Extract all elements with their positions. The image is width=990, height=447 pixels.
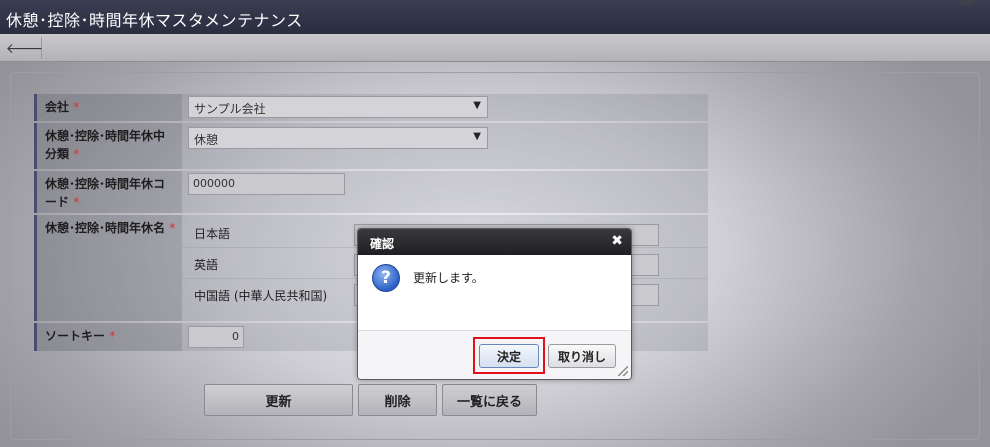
close-icon[interactable]: ✖ bbox=[611, 233, 623, 249]
company-label: 会社 * bbox=[34, 94, 182, 121]
back-to-list-button[interactable]: 一覧に戻る bbox=[442, 384, 537, 416]
resize-grip-icon[interactable] bbox=[618, 366, 628, 376]
page-title: 休憩･控除･時間年休マスタメンテナンス bbox=[6, 11, 303, 30]
lang-label-chinese: 中国語 (中華人民共和国) bbox=[194, 289, 328, 303]
company-select[interactable]: サンプル会社 ▼ bbox=[188, 96, 488, 118]
back-button[interactable]: 🡐 bbox=[5, 37, 44, 59]
category-select[interactable]: 休憩 ▼ bbox=[188, 127, 488, 149]
required-mark: * bbox=[73, 195, 80, 209]
arrow-left-icon: 🡐 bbox=[5, 40, 44, 57]
dialog-header: 確認 ✖ bbox=[358, 229, 631, 255]
title-bar: 休憩･控除･時間年休マスタメンテナンス bbox=[0, 0, 990, 34]
lang-label-japanese: 日本語 bbox=[194, 227, 231, 241]
chevron-down-icon: ▼ bbox=[473, 131, 481, 142]
confirm-dialog: 確認 ✖ ? 更新します。 決定 取り消し bbox=[357, 228, 632, 380]
cancel-button[interactable]: 取り消し bbox=[548, 344, 616, 368]
name-label: 休憩･控除･時間年休名 * bbox=[34, 215, 182, 321]
confirm-button[interactable]: 決定 bbox=[479, 344, 539, 368]
company-row: 会社 * サンプル会社 ▼ bbox=[34, 94, 708, 121]
dialog-title: 確認 bbox=[370, 237, 395, 251]
category-label: 休憩･控除･時間年休中分類 * bbox=[34, 123, 182, 169]
dialog-footer: 決定 取り消し bbox=[358, 330, 631, 379]
toolbar: 🡐 bbox=[0, 34, 990, 62]
required-mark: * bbox=[109, 329, 116, 343]
code-row: 休憩･控除･時間年休コード * 000000 bbox=[34, 171, 708, 213]
sort-key-field[interactable]: 0 bbox=[188, 326, 244, 348]
update-button[interactable]: 更新 bbox=[204, 384, 353, 416]
code-field[interactable]: 000000 bbox=[188, 173, 345, 195]
dialog-message: 更新します。 bbox=[413, 271, 484, 285]
category-row: 休憩･控除･時間年休中分類 * 休憩 ▼ bbox=[34, 123, 708, 169]
sort-key-label: ソートキー * bbox=[34, 323, 182, 351]
chevron-down-icon: ▼ bbox=[473, 100, 481, 111]
delete-button[interactable]: 削除 bbox=[358, 384, 437, 416]
required-mark: * bbox=[169, 221, 176, 235]
code-label: 休憩･控除･時間年休コード * bbox=[34, 171, 182, 213]
required-mark: * bbox=[73, 100, 80, 114]
question-icon: ? bbox=[372, 264, 400, 292]
required-mark: * bbox=[73, 147, 80, 161]
lang-label-english: 英語 bbox=[194, 258, 219, 272]
user-avatar[interactable] bbox=[956, 0, 978, 6]
